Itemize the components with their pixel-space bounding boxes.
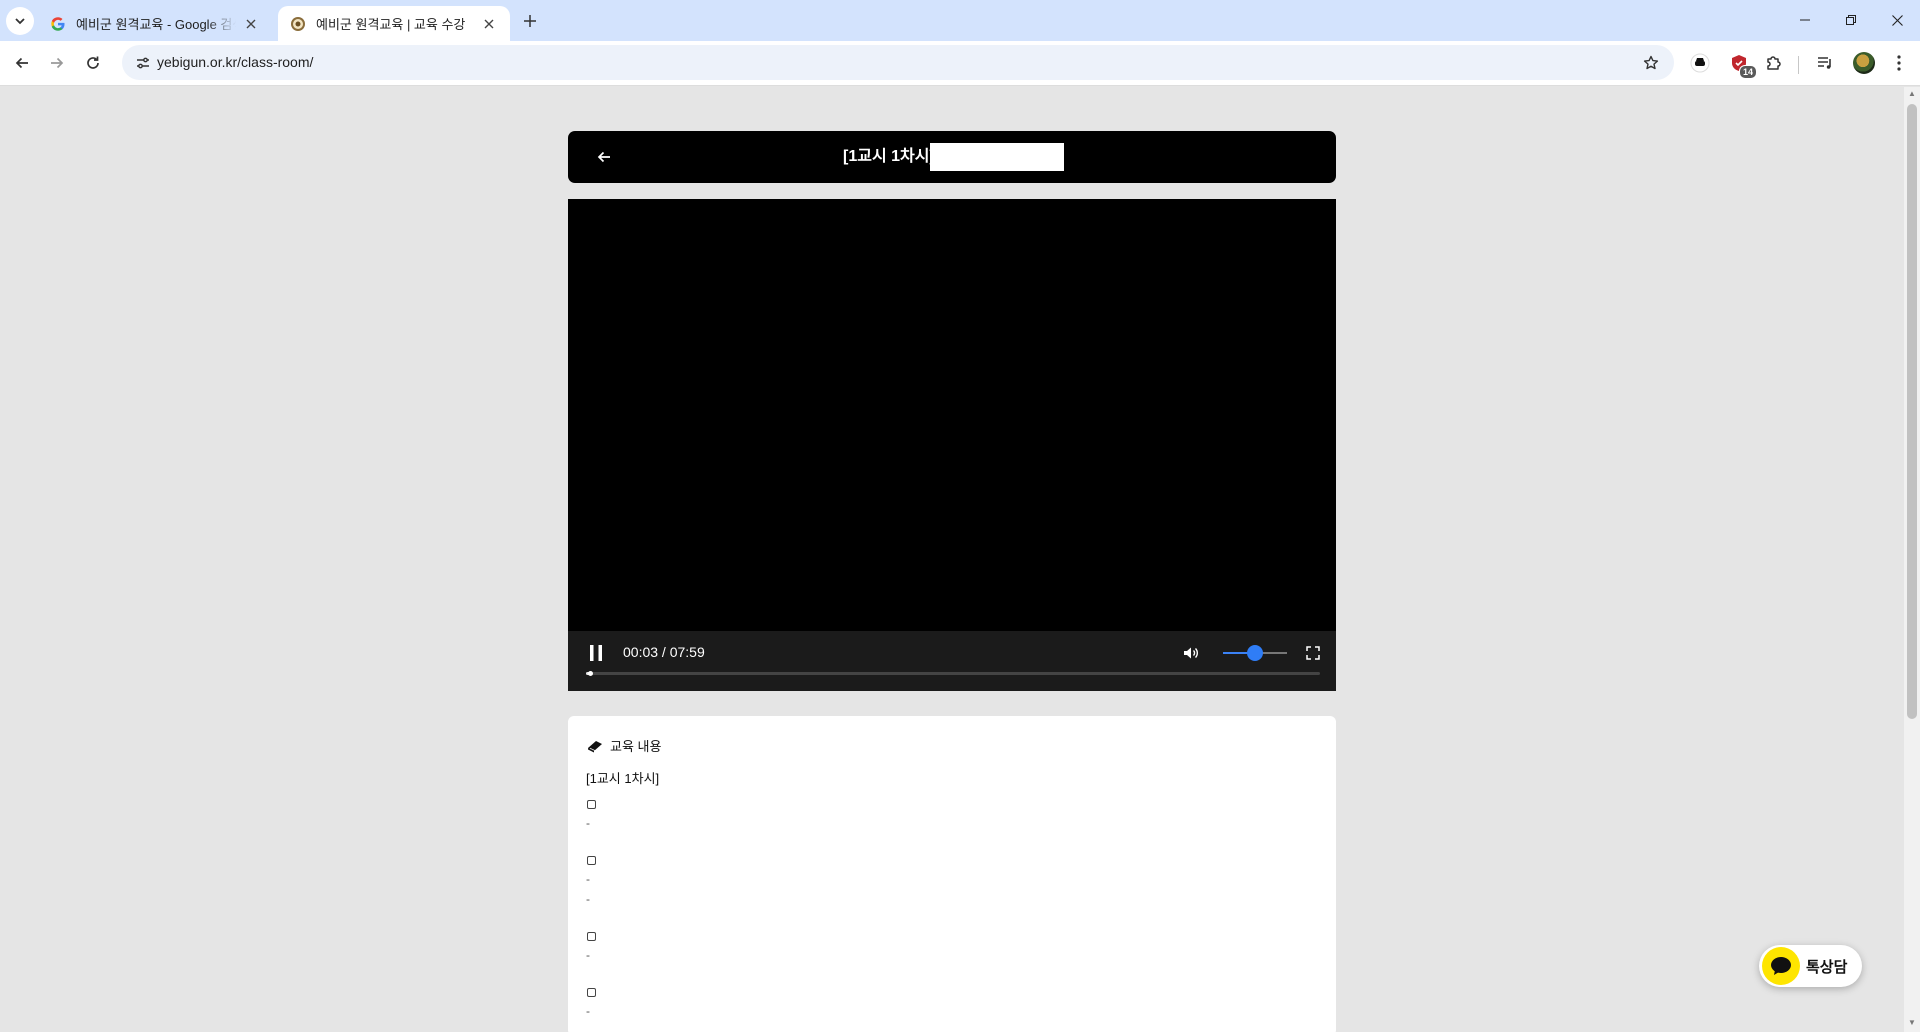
checkbox-square-icon [587, 800, 596, 809]
seek-thumb[interactable] [588, 671, 594, 676]
page-back-button[interactable] [592, 145, 616, 169]
lesson-subtitle: [1교시 1차시] [586, 771, 660, 786]
tab-close-button[interactable] [480, 15, 498, 33]
extension-shield-icon[interactable]: 14 [1726, 50, 1757, 79]
tab-google-search[interactable]: 예비군 원격교육 - Google 검색 [38, 6, 272, 41]
extension-badge: 14 [1738, 65, 1757, 79]
media-control-icon[interactable] [1812, 50, 1838, 76]
minimize-button[interactable] [1782, 0, 1828, 40]
fullscreen-button[interactable] [1302, 642, 1324, 664]
toolbar-divider [1798, 56, 1799, 74]
extension-incognito-icon[interactable] [1687, 50, 1713, 76]
restore-button[interactable] [1828, 0, 1874, 40]
tab-search-button[interactable] [6, 7, 34, 35]
content-section-header: 교육 내용 [586, 736, 661, 755]
outline-dash: - [586, 816, 590, 830]
restore-icon [1846, 15, 1856, 25]
more-vertical-icon [1897, 55, 1901, 71]
extensions-puzzle-icon[interactable] [1761, 50, 1787, 76]
scroll-down-arrow-icon[interactable]: ▼ [1908, 1019, 1916, 1027]
tab-title: 예비군 원격교육 | 교육 수강 [316, 17, 466, 32]
outline-dash: - [586, 1004, 590, 1018]
checkbox-square-icon [587, 932, 596, 941]
list-item: - [586, 932, 1286, 970]
video-controls: 00:03 / 07:59 [568, 631, 1336, 691]
chrome-menu-button[interactable] [1886, 50, 1912, 76]
reload-button[interactable] [79, 49, 107, 77]
list-item: - [586, 988, 1286, 1026]
fullscreen-icon [1306, 646, 1320, 660]
tab-close-button[interactable] [242, 15, 260, 33]
outline-dash: - [586, 892, 590, 906]
minimize-icon [1800, 19, 1810, 21]
tab-title: 예비군 원격교육 - Google 검색 [76, 17, 236, 32]
tab-strip: 예비군 원격교육 - Google 검색 예비군 원격교육 | 교육 수강 [0, 0, 1920, 41]
bookmark-star-icon[interactable] [1640, 52, 1662, 74]
arrow-left-icon [597, 151, 610, 163]
pause-icon [590, 645, 602, 661]
yebigun-emblem-icon [290, 16, 306, 32]
scroll-up-arrow-icon[interactable]: ▲ [1908, 90, 1916, 98]
profile-avatar[interactable] [1853, 52, 1875, 74]
close-icon [1891, 14, 1903, 26]
chat-label: 톡상담 [1806, 958, 1848, 976]
scroll-thumb[interactable] [1907, 104, 1917, 719]
url-text: yebigun.or.kr/class-room/ [157, 54, 314, 70]
plus-icon [524, 15, 536, 27]
checkbox-square-icon [587, 856, 596, 865]
address-bar[interactable]: yebigun.or.kr/class-room/ [122, 45, 1674, 80]
site-info-icon[interactable] [132, 52, 154, 74]
lesson-content-card: 교육 내용 [1교시 1차시] - - - - - [568, 716, 1336, 1032]
forward-button[interactable] [43, 49, 71, 77]
list-item: - - [586, 856, 1286, 914]
page-title: [1교시 1차시] [843, 148, 935, 165]
chat-bubble-icon [1762, 947, 1800, 985]
arrow-right-icon [51, 57, 64, 69]
browser-toolbar: yebigun.or.kr/class-room/ 14 [0, 41, 1920, 86]
list-item: - [586, 800, 1286, 838]
tab-class-room[interactable]: 예비군 원격교육 | 교육 수강 [278, 6, 510, 41]
section-label: 교육 내용 [610, 739, 662, 754]
video-player[interactable]: 00:03 / 07:59 [568, 199, 1336, 691]
google-icon [50, 16, 66, 32]
outline-dash: - [586, 948, 590, 962]
outline-dash: - [586, 872, 590, 886]
mute-button[interactable] [1180, 642, 1202, 664]
kakao-chat-button[interactable]: 톡상담 [1759, 945, 1862, 987]
chevron-down-icon [15, 18, 25, 25]
time-display: 00:03 / 07:59 [623, 644, 705, 660]
back-button[interactable] [8, 49, 36, 77]
redacted-title-block [930, 143, 1064, 171]
seek-bar[interactable] [586, 671, 1320, 676]
lesson-outline: - - - - - [586, 800, 1286, 1032]
class-room-header: [1교시 1차시] [568, 131, 1336, 183]
checkbox-square-icon [587, 988, 596, 997]
page-scrollbar[interactable]: ▲ ▼ [1904, 87, 1920, 1032]
close-icon [246, 19, 256, 28]
close-icon [484, 19, 494, 28]
pause-button[interactable] [586, 643, 606, 663]
volume-icon [1184, 647, 1198, 659]
book-icon [586, 737, 604, 755]
reload-icon [87, 56, 99, 69]
new-tab-button[interactable] [518, 9, 542, 33]
volume-thumb[interactable] [1247, 645, 1263, 661]
volume-slider[interactable] [1223, 645, 1287, 661]
arrow-left-icon [15, 57, 28, 69]
close-window-button[interactable] [1874, 0, 1920, 40]
